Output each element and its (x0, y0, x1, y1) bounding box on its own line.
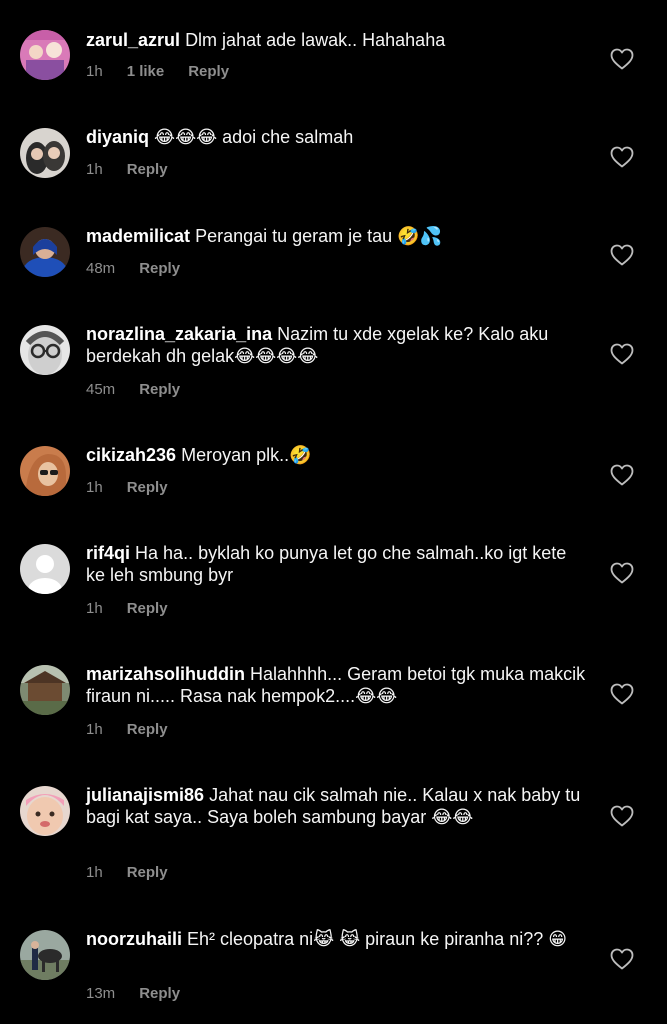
comment-text: rif4qi Ha ha.. byklah ko punya let go ch… (86, 542, 586, 586)
comment-body: Eh² cleopatra ni😹 😹 piraun ke piranha ni… (187, 929, 568, 949)
comment-time: 1h (86, 479, 103, 496)
comment-body: 😂😂😂 adoi che salmah (154, 127, 354, 147)
heart-icon[interactable] (610, 48, 634, 70)
heart-icon[interactable] (610, 343, 634, 365)
comment-username[interactable]: diyaniq (86, 127, 149, 147)
comment-time: 1h (86, 63, 103, 80)
heart-icon[interactable] (610, 562, 634, 584)
reply-button[interactable]: Reply (139, 260, 180, 277)
comment-meta: 1h Reply (86, 864, 192, 882)
comment-meta: 13m Reply (86, 985, 204, 1003)
comment-meta: 1h Reply (86, 721, 192, 739)
comment-text: noorzuhaili Eh² cleopatra ni😹 😹 piraun k… (86, 928, 586, 950)
avatar[interactable] (20, 930, 70, 980)
comment-username[interactable]: rif4qi (86, 543, 130, 563)
comment-username[interactable]: marizahsolihuddin (86, 664, 245, 684)
heart-icon[interactable] (610, 464, 634, 486)
comment-time: 1h (86, 161, 103, 178)
reply-button[interactable]: Reply (188, 63, 229, 80)
avatar[interactable] (20, 128, 70, 178)
avatar[interactable] (20, 227, 70, 277)
comment-body: Dlm jahat ade lawak.. Hahahaha (185, 30, 446, 50)
comment-body: Meroyan plk..🤣 (181, 445, 312, 465)
reply-button[interactable]: Reply (127, 864, 168, 881)
reply-button[interactable]: Reply (127, 600, 168, 617)
comment-text: zarul_azrul Dlm jahat ade lawak.. Hahaha… (86, 29, 586, 51)
comment-time: 1h (86, 600, 103, 617)
comment-body: Ha ha.. byklah ko punya let go che salma… (86, 543, 572, 585)
comment-text: marizahsolihuddin Halahhhh... Geram beto… (86, 663, 586, 707)
default-avatar-icon[interactable] (20, 544, 70, 594)
heart-icon[interactable] (610, 244, 634, 266)
comment-meta: 1h Reply (86, 479, 192, 497)
comment-time: 1h (86, 864, 103, 881)
heart-icon[interactable] (610, 146, 634, 168)
heart-icon[interactable] (610, 948, 634, 970)
avatar[interactable] (20, 665, 70, 715)
comment-meta: 48m Reply (86, 260, 204, 278)
comment-username[interactable]: zarul_azrul (86, 30, 180, 50)
reply-button[interactable]: Reply (127, 161, 168, 178)
avatar[interactable] (20, 786, 70, 836)
comment-username[interactable]: mademilicat (86, 226, 190, 246)
reply-button[interactable]: Reply (127, 479, 168, 496)
comment-meta: 45m Reply (86, 381, 204, 399)
comment-meta: 1h Reply (86, 161, 192, 179)
comment-text: cikizah236 Meroyan plk..🤣 (86, 444, 586, 466)
comment-body: Perangai tu geram je tau 🤣💦 (195, 226, 443, 246)
heart-icon[interactable] (610, 683, 634, 705)
comment-username[interactable]: julianajismi86 (86, 785, 204, 805)
comment-username[interactable]: cikizah236 (86, 445, 176, 465)
comment-username[interactable]: noorzuhaili (86, 929, 182, 949)
heart-icon[interactable] (610, 805, 634, 827)
avatar[interactable] (20, 30, 70, 80)
comment-text: julianajismi86 Jahat nau cik salmah nie.… (86, 784, 586, 828)
comment-time: 45m (86, 381, 116, 398)
comment-meta: 1h 1 like Reply (86, 63, 253, 81)
comment-text: norazlina_zakaria_ina Nazim tu xde xgela… (86, 323, 586, 367)
reply-button[interactable]: Reply (139, 985, 180, 1002)
comment-text: mademilicat Perangai tu geram je tau 🤣💦 (86, 225, 586, 247)
like-count-button[interactable]: 1 like (127, 63, 165, 80)
comment-time: 1h (86, 721, 103, 738)
comment-time: 13m (86, 985, 116, 1002)
avatar[interactable] (20, 325, 70, 375)
reply-button[interactable]: Reply (139, 381, 180, 398)
avatar[interactable] (20, 446, 70, 496)
comment-time: 48m (86, 260, 116, 277)
comment-meta: 1h Reply (86, 600, 192, 618)
comment-text: diyaniq 😂😂😂 adoi che salmah (86, 126, 586, 148)
reply-button[interactable]: Reply (127, 721, 168, 738)
comment-username[interactable]: norazlina_zakaria_ina (86, 324, 272, 344)
